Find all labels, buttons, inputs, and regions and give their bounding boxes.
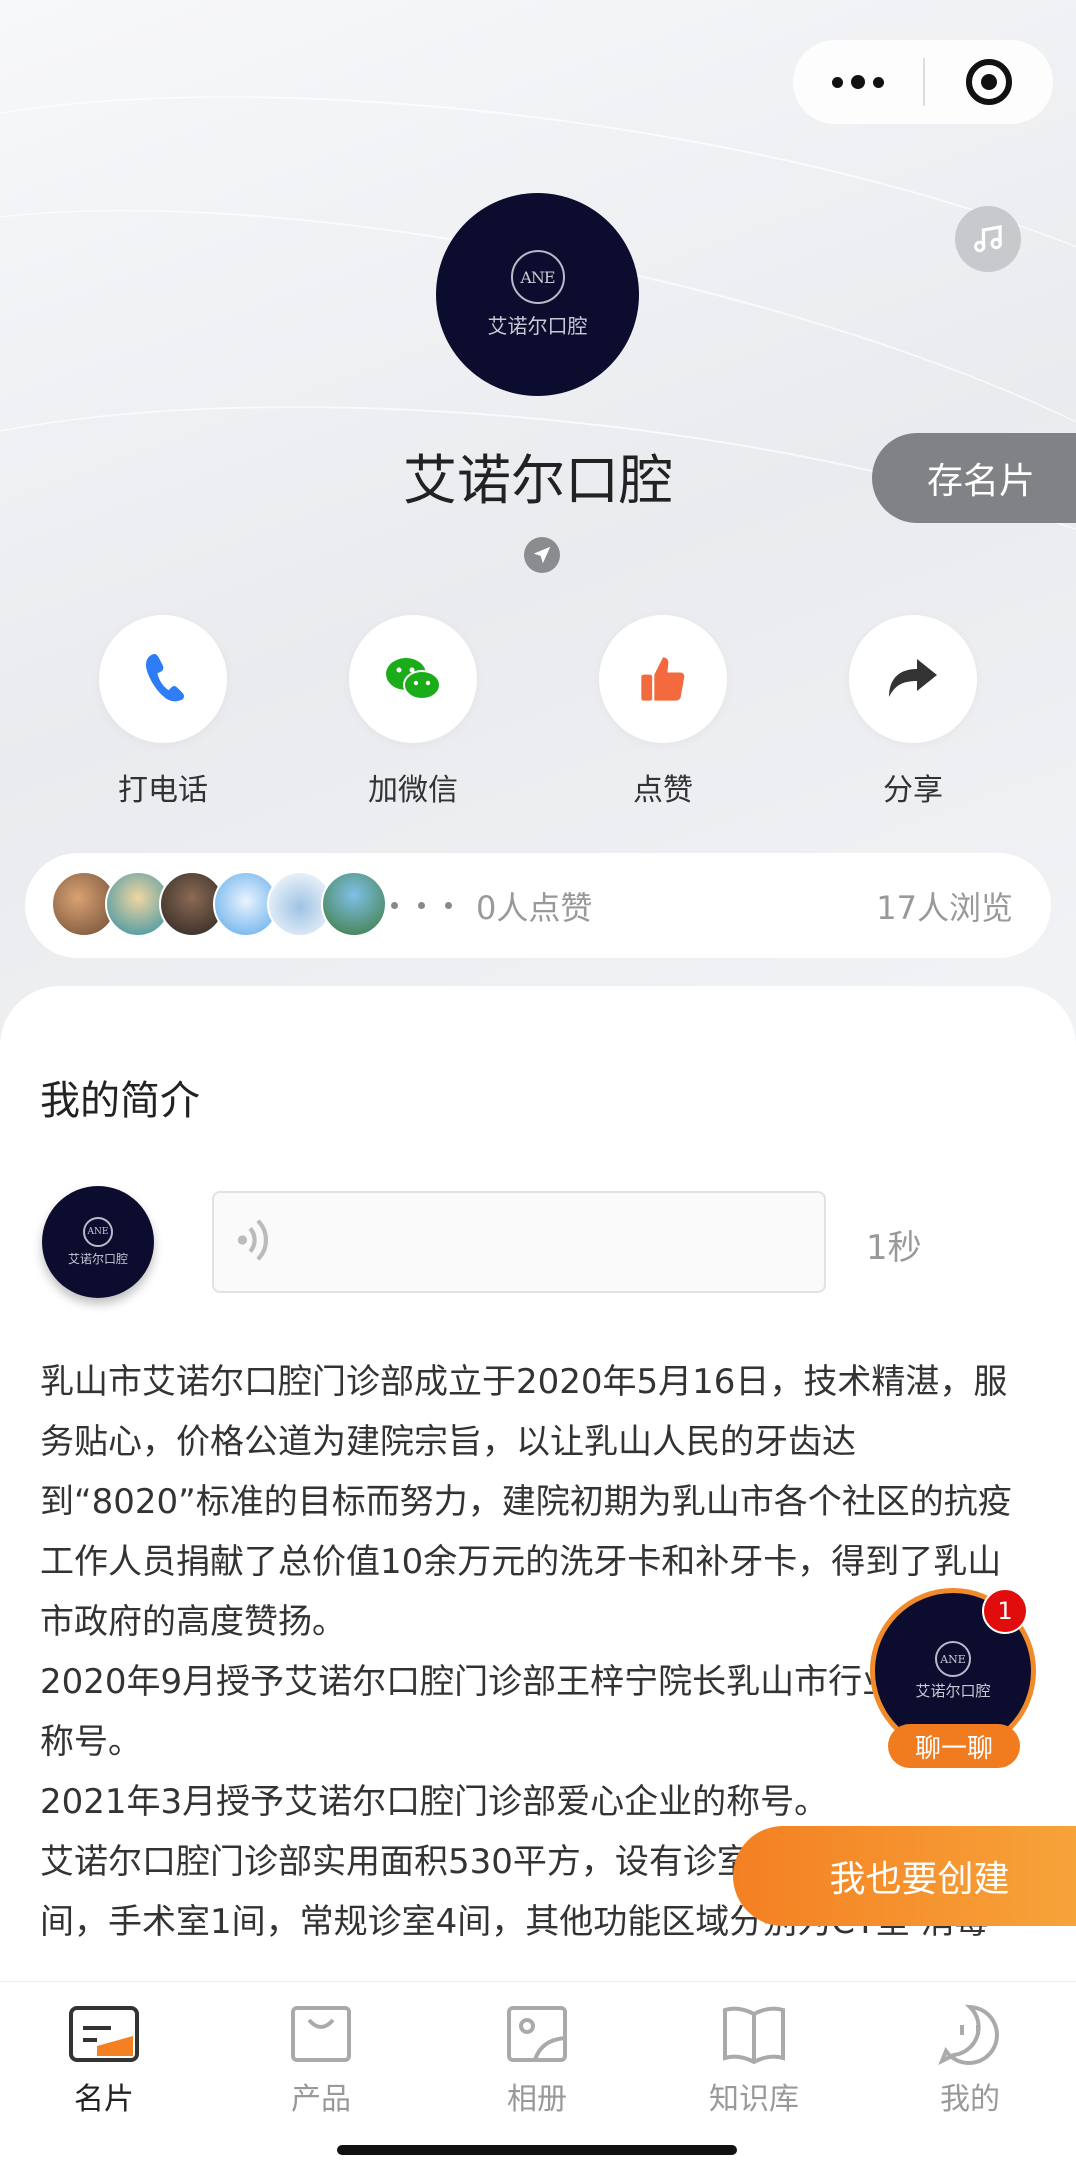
tab-products[interactable]: 产品 xyxy=(251,2002,391,2118)
wechat-icon xyxy=(349,615,477,743)
like-label: 点赞 xyxy=(633,773,693,808)
action-row: 打电话 加微信 点赞 分享 xyxy=(0,615,1076,808)
home-indicator xyxy=(337,2145,737,2155)
phone-icon xyxy=(99,615,227,743)
intro-paragraph: 2021年3月授予艾诺尔口腔门诊部爱心企业的称号。 xyxy=(40,1782,829,1822)
chat-float-button[interactable]: ANE 艾诺尔口腔 1 聊一聊 xyxy=(870,1588,1040,1773)
chat-label: 聊一聊 xyxy=(888,1724,1020,1768)
tab-album[interactable]: 相册 xyxy=(467,2002,607,2118)
location-arrow-icon[interactable] xyxy=(524,537,560,573)
add-wechat-button[interactable]: 加微信 xyxy=(328,615,498,809)
tab-label: 相册 xyxy=(507,2082,567,2117)
card-icon xyxy=(68,2002,140,2066)
more-dots-icon[interactable] xyxy=(793,40,923,124)
views-count: 17人浏览 xyxy=(876,888,1013,927)
likes-count: 0人点赞 xyxy=(476,888,593,927)
music-note-icon[interactable] xyxy=(955,206,1021,272)
thumbs-up-icon xyxy=(599,615,727,743)
logo-mark: ANE xyxy=(935,1641,971,1677)
logo-mark: ANE xyxy=(83,1217,113,1247)
call-label: 打电话 xyxy=(118,773,208,808)
avatar xyxy=(321,870,387,937)
more-dots xyxy=(391,902,452,909)
visitor-avatars xyxy=(51,870,391,941)
logo-mark: ANE xyxy=(510,250,565,304)
unread-badge: 1 xyxy=(982,1588,1028,1634)
logo-text: 艾诺尔口腔 xyxy=(915,1682,991,1700)
share-icon xyxy=(849,615,977,743)
tab-label: 产品 xyxy=(291,2082,351,2117)
intro-title: 我的简介 xyxy=(40,1078,200,1124)
intro-avatar: ANE 艾诺尔口腔 xyxy=(42,1186,154,1298)
target-circle-icon[interactable] xyxy=(925,40,1053,124)
call-button[interactable]: 打电话 xyxy=(78,615,248,809)
bag-icon xyxy=(285,2002,357,2066)
tab-label: 名片 xyxy=(74,2082,134,2117)
share-button[interactable]: 分享 xyxy=(828,615,998,809)
tab-mine[interactable]: 我的 xyxy=(900,2002,1040,2118)
save-card-button[interactable]: 存名片 xyxy=(872,433,1076,523)
photo-icon xyxy=(501,2002,573,2066)
tab-knowledge[interactable]: 知识库 xyxy=(684,2002,824,2118)
tab-card[interactable]: 名片 xyxy=(34,2002,174,2118)
bottom-tab-bar: 名片 产品 相册 知识库 我的 xyxy=(0,1981,1076,2175)
logo-text: 艾诺尔口腔 xyxy=(487,314,588,338)
add-wechat-label: 加微信 xyxy=(368,773,458,808)
voice-wave-icon xyxy=(234,1215,274,1269)
visitor-stats-bar[interactable]: 0人点赞 17人浏览 xyxy=(25,853,1051,958)
tab-label: 我的 xyxy=(940,2082,1000,2117)
company-logo: ANE 艾诺尔口腔 xyxy=(436,193,639,396)
voice-message-player[interactable] xyxy=(212,1191,826,1293)
create-card-button[interactable]: 我也要创建 xyxy=(733,1826,1076,1926)
book-icon xyxy=(718,2002,790,2066)
tab-label: 知识库 xyxy=(709,2082,799,2117)
share-label: 分享 xyxy=(883,773,943,808)
like-button[interactable]: 点赞 xyxy=(578,615,748,809)
face-icon xyxy=(934,2002,1006,2066)
logo-text: 艾诺尔口腔 xyxy=(67,1252,128,1266)
miniprogram-capsule xyxy=(793,40,1053,124)
voice-duration: 1秒 xyxy=(866,1228,922,1268)
